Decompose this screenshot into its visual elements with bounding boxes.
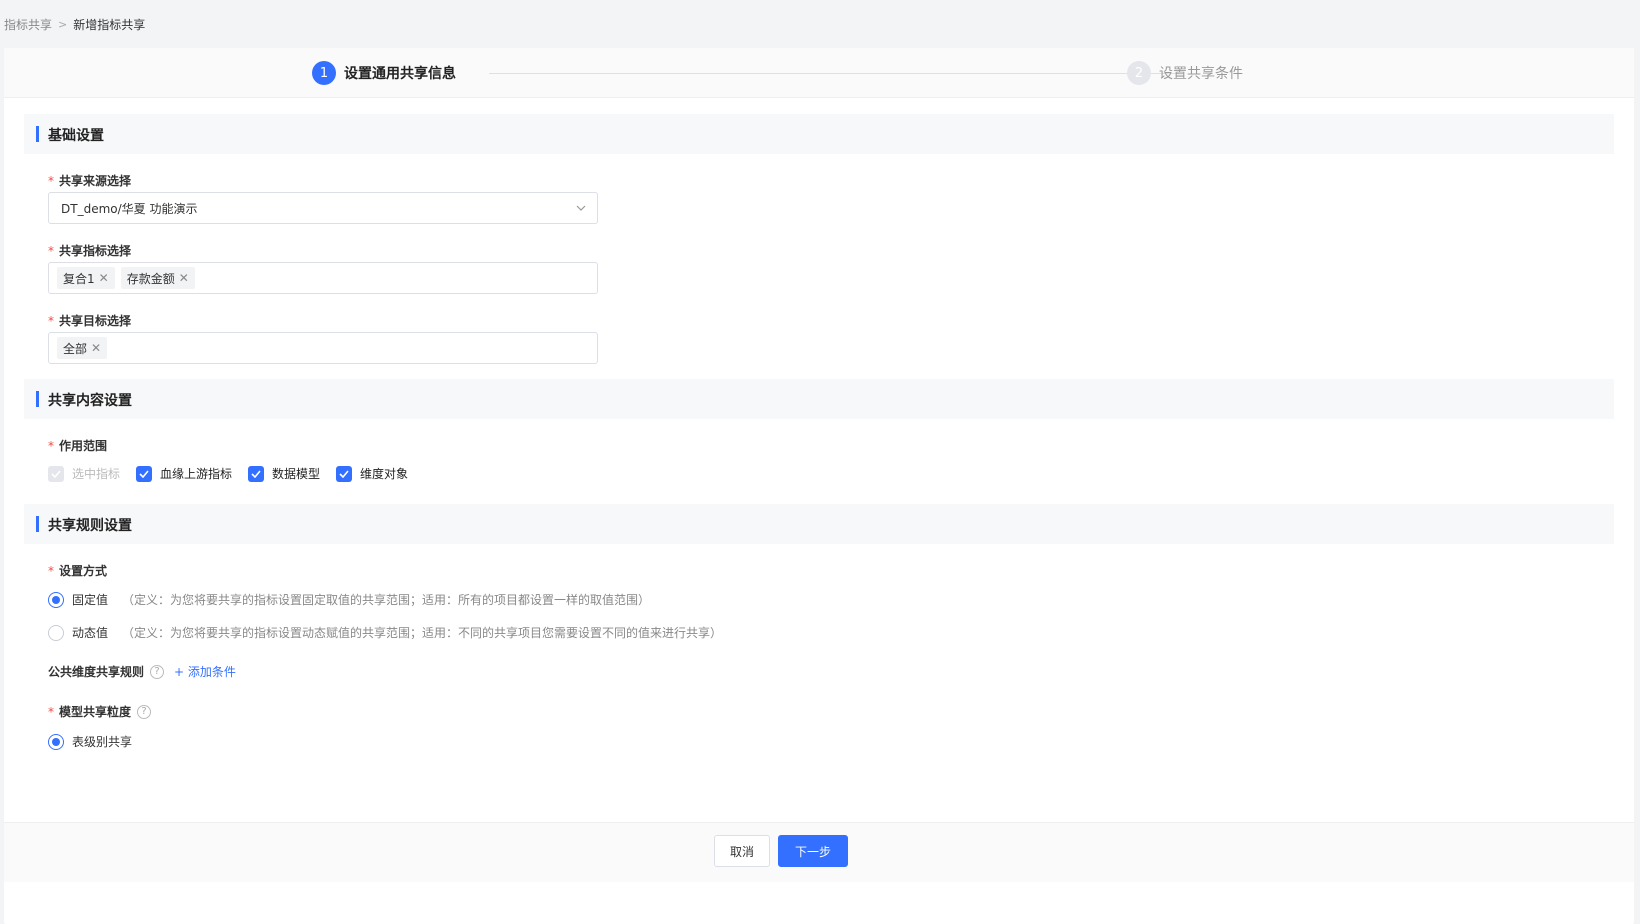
public-rule-label-text: 公共维度共享规则: [48, 665, 145, 679]
section-rules: 共享规则设置: [24, 504, 1614, 544]
method-fixed-label: 固定值: [72, 593, 109, 607]
source-label-text: 共享来源选择: [59, 174, 132, 188]
required-mark: *: [48, 243, 54, 258]
granularity-label: * 模型共享粒度 ?: [48, 703, 152, 720]
target-tag: 全部 ✕: [57, 337, 108, 359]
required-mark: *: [48, 438, 54, 453]
step-connector: [489, 73, 1179, 74]
section-marker: [36, 391, 39, 407]
scope-checkbox-group: 选中指标 血缘上游指标 数据模型 维度对象: [48, 465, 408, 482]
help-icon[interactable]: ?: [137, 704, 152, 719]
scope-checkbox-data-model[interactable]: 数据模型: [248, 465, 320, 482]
close-icon[interactable]: ✕: [179, 271, 189, 285]
scope-label-text: 作用范围: [59, 439, 108, 453]
breadcrumb-current: 新增指标共享: [73, 18, 146, 32]
section-content: 共享内容设置: [24, 379, 1614, 419]
method-label: * 设置方式: [48, 562, 107, 579]
targets-label: * 共享目标选择: [48, 312, 131, 329]
step-2-label: 设置共享条件: [1159, 66, 1243, 82]
scope-label: * 作用范围: [48, 437, 107, 454]
chevron-right-icon: >: [58, 18, 68, 31]
metrics-label: * 共享指标选择: [48, 242, 131, 259]
required-mark: *: [48, 313, 54, 328]
required-mark: *: [48, 173, 54, 188]
check-icon: [336, 465, 353, 482]
scope-option-label: 选中指标: [72, 467, 121, 481]
method-radio-fixed[interactable]: 固定值 （定义：为您将要共享的指标设置固定取值的共享范围；适用：所有的项目都设置…: [48, 591, 650, 608]
form-card: 1 设置通用共享信息 2 设置共享条件 基础设置 * 共享来源选择 DT_dem…: [4, 48, 1634, 924]
method-label-text: 设置方式: [59, 564, 108, 578]
cancel-button[interactable]: 取消: [714, 835, 770, 867]
scope-option-label: 数据模型: [272, 467, 321, 481]
method-dynamic-label: 动态值: [72, 626, 109, 640]
section-basic-title: 基础设置: [48, 128, 104, 144]
help-icon[interactable]: ?: [150, 664, 165, 679]
step-2-number: 2: [1127, 61, 1151, 85]
scope-option-label: 血缘上游指标: [160, 467, 233, 481]
source-label: * 共享来源选择: [48, 172, 131, 189]
step-1-number: 1: [312, 61, 336, 85]
method-radio-dynamic[interactable]: 动态值 （定义：为您将要共享的指标设置动态赋值的共享范围；适用：不同的共享项目您…: [48, 624, 722, 641]
metric-tag-label: 存款金额: [126, 271, 175, 286]
breadcrumb: 指标共享 > 新增指标共享: [4, 16, 145, 33]
metric-tag-label: 复合1: [63, 271, 95, 286]
section-content-title: 共享内容设置: [48, 393, 132, 409]
target-tag-label: 全部: [63, 341, 88, 356]
required-mark: *: [48, 704, 54, 719]
step-1: 1 设置通用共享信息: [312, 61, 456, 85]
section-basic: 基础设置: [24, 114, 1614, 154]
check-icon: [136, 465, 153, 482]
radio-icon: [48, 733, 64, 750]
source-select-value: DT_demo/华夏 功能演示: [61, 201, 198, 216]
section-marker: [36, 126, 39, 142]
section-marker: [36, 516, 39, 532]
close-icon[interactable]: ✕: [99, 271, 109, 285]
scope-checkbox-upstream[interactable]: 血缘上游指标: [136, 465, 232, 482]
check-icon: [48, 465, 64, 482]
granularity-label-text: 模型共享粒度: [59, 705, 132, 719]
step-2: 2 设置共享条件: [1127, 61, 1243, 85]
scope-option-label: 维度对象: [360, 467, 409, 481]
close-icon[interactable]: ✕: [91, 341, 101, 355]
steps-bar: 1 设置通用共享信息 2 设置共享条件: [4, 48, 1634, 98]
granularity-option-label: 表级别共享: [72, 735, 133, 749]
source-select[interactable]: DT_demo/华夏 功能演示: [48, 192, 598, 224]
metric-tag: 复合1 ✕: [57, 267, 115, 289]
form-footer: 取消 下一步: [4, 822, 1634, 882]
radio-icon: [48, 624, 64, 641]
targets-select[interactable]: 全部 ✕: [48, 332, 598, 364]
check-icon: [248, 465, 265, 482]
required-mark: *: [48, 563, 54, 578]
step-1-label: 设置通用共享信息: [344, 66, 456, 82]
targets-label-text: 共享目标选择: [59, 314, 132, 328]
section-rules-title: 共享规则设置: [48, 518, 132, 534]
radio-icon: [48, 591, 64, 608]
metrics-select[interactable]: 复合1 ✕ 存款金额 ✕: [48, 262, 598, 294]
add-condition-link[interactable]: + 添加条件: [174, 663, 236, 680]
metrics-label-text: 共享指标选择: [59, 244, 132, 258]
next-step-button[interactable]: 下一步: [778, 835, 848, 867]
method-fixed-desc: （定义：为您将要共享的指标设置固定取值的共享范围；适用：所有的项目都设置一样的取…: [122, 593, 651, 607]
granularity-radio-table[interactable]: 表级别共享: [48, 733, 132, 750]
breadcrumb-parent[interactable]: 指标共享: [4, 16, 52, 33]
metric-tag: 存款金额 ✕: [120, 267, 195, 289]
chevron-down-icon: [576, 205, 586, 211]
public-rule-label: 公共维度共享规则 ? + 添加条件: [48, 663, 236, 680]
scope-checkbox-dimension[interactable]: 维度对象: [336, 465, 408, 482]
scope-checkbox-selected-metrics: 选中指标: [48, 465, 120, 482]
method-dynamic-desc: （定义：为您将要共享的指标设置动态赋值的共享范围；适用：不同的共享项目您需要设置…: [122, 626, 723, 640]
